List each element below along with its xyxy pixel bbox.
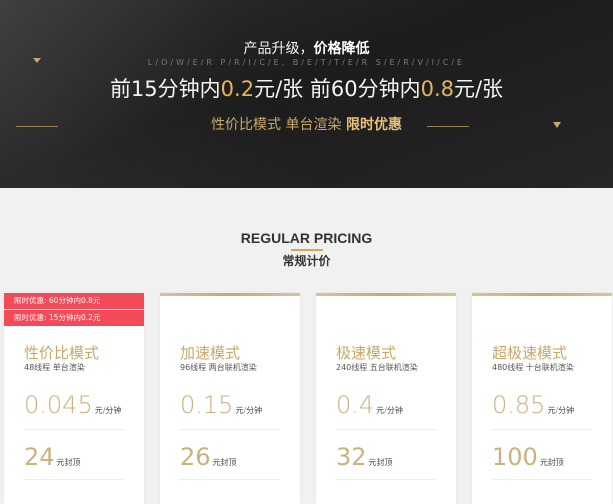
card-desc: 48线程 单台渲染 (24, 363, 85, 372)
card-cap: 24 元封顶 (24, 443, 81, 471)
card-divider (492, 479, 592, 480)
card-cap: 100 元封顶 (492, 443, 564, 471)
card-topbar (160, 293, 300, 296)
pricing-card-accelerated[interactable]: 加速模式 96线程 两台联机渲染 0.15 元/分钟 26 元封顶 (160, 293, 300, 504)
card-cap: 32 元封顶 (336, 443, 393, 471)
promo-badge-15min: 限时优惠: 15分钟内0.2元 (4, 310, 144, 326)
card-divider (180, 479, 280, 480)
card-desc: 96线程 两台联机渲染 (180, 363, 257, 372)
card-price: 0.045 元/分钟 (24, 391, 122, 419)
pricing-card-value[interactable]: 限时优惠: 60分钟内0.8元 限时优惠: 15分钟内0.2元 性价比模式 48… (4, 293, 144, 504)
card-price: 0.15 元/分钟 (180, 391, 263, 419)
card-name: 性价比模式 (24, 344, 100, 362)
hero-subtitle: L/O/W/E/R P/R/I/C/E, B/E/T/T/E/R S/E/R/V… (147, 58, 466, 67)
pricing-card-ultra-fast[interactable]: 超极速模式 480线程 十台联机渲染 0.85 元/分钟 100 元封顶 (472, 293, 612, 504)
card-divider (336, 479, 436, 480)
section-subtitle: 常规计价 (282, 254, 331, 268)
card-desc: 240线程 五台联机渲染 (336, 363, 418, 372)
section-title: REGULAR PRICING (240, 230, 373, 246)
card-divider (492, 429, 592, 430)
card-desc: 480线程 十台联机渲染 (492, 363, 574, 372)
card-divider (336, 429, 436, 430)
card-name: 超极速模式 (492, 344, 568, 362)
pricing-card-fast[interactable]: 极速模式 240线程 五台联机渲染 0.4 元/分钟 32 元封顶 (316, 293, 456, 504)
card-cap: 26 元封顶 (180, 443, 237, 471)
promo-badge-60min: 限时优惠: 60分钟内0.8元 (4, 293, 144, 309)
hero-banner: 产品升级，价格降低 L/O/W/E/R P/R/I/C/E, B/E/T/T/E… (0, 0, 613, 188)
card-divider (24, 479, 124, 480)
card-divider (180, 429, 280, 430)
divider-line-right (427, 126, 469, 127)
card-price: 0.85 元/分钟 (492, 391, 575, 419)
hero-offer: 前15分钟内0.2元/张 前60分钟内0.8元/张 (109, 77, 504, 101)
card-name: 加速模式 (180, 344, 241, 362)
card-name: 极速模式 (336, 344, 397, 362)
section-underline (291, 249, 323, 251)
card-topbar (316, 293, 456, 296)
card-price: 0.4 元/分钟 (336, 391, 403, 419)
hero-title: 产品升级，价格降低 (243, 41, 370, 57)
card-divider (24, 429, 124, 430)
hero-mode-text: 性价比模式 单台渲染 限时优惠 (211, 117, 402, 133)
card-topbar (472, 293, 612, 296)
